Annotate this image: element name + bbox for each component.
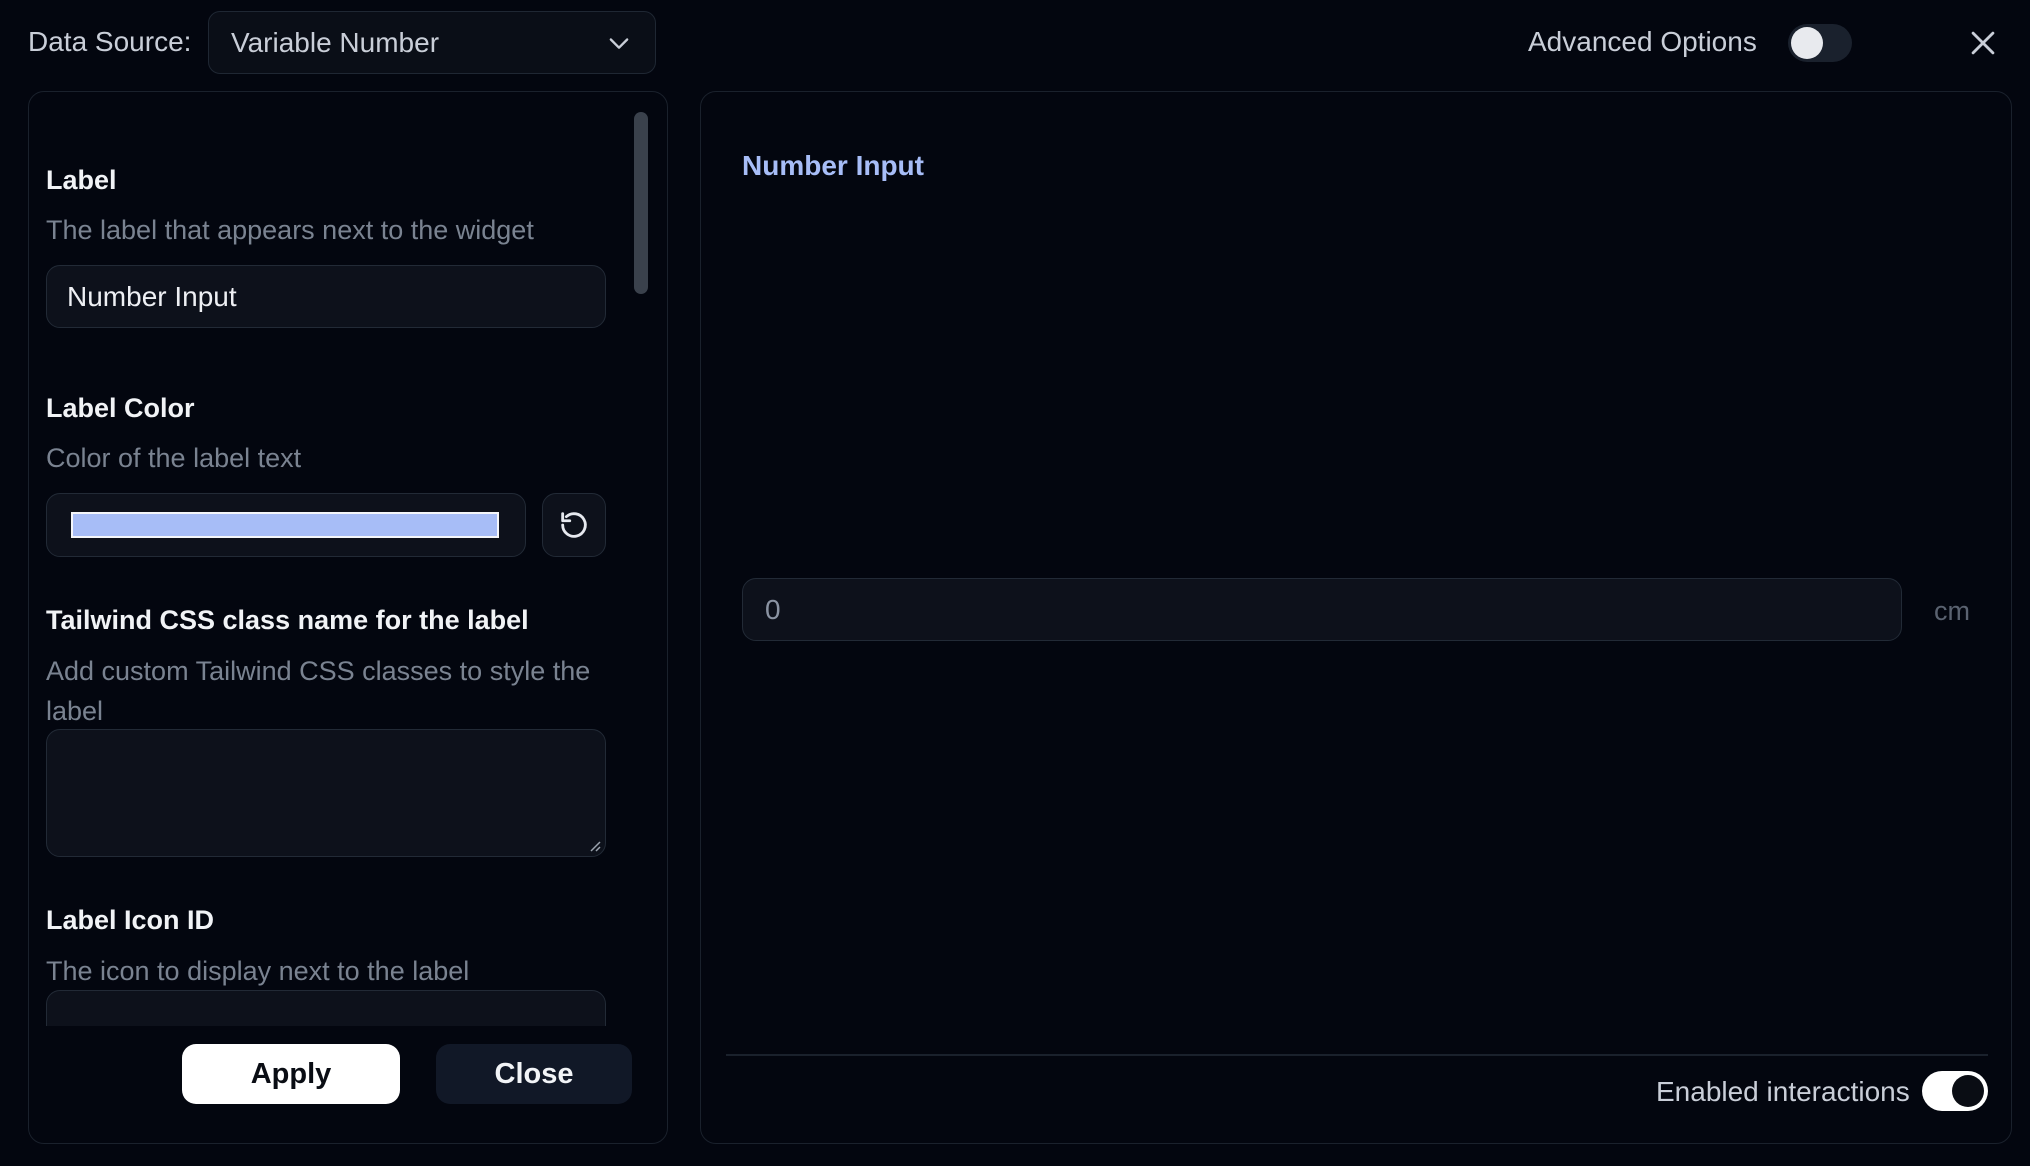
- close-icon[interactable]: [1966, 26, 2000, 60]
- label-class-title: Tailwind CSS class name for the label: [46, 605, 529, 635]
- close-button[interactable]: Close: [436, 1044, 632, 1104]
- preview-label: Number Input: [742, 150, 924, 181]
- unit-label: cm: [1934, 596, 1970, 626]
- label-icon-title: Label Icon ID: [46, 905, 215, 935]
- toggle-knob: [1952, 1075, 1984, 1107]
- apply-button[interactable]: Apply: [182, 1044, 400, 1104]
- enabled-interactions-label: Enabled interactions: [1656, 1076, 1910, 1107]
- label-icon-input-clip: [46, 990, 606, 1026]
- scrollbar-thumb[interactable]: [634, 112, 648, 294]
- label-input-value: Number Input: [67, 280, 237, 312]
- resize-grip-icon[interactable]: [587, 838, 601, 852]
- settings-scroll-area[interactable]: Label The label that appears next to the…: [0, 0, 680, 1026]
- divider: [726, 1054, 1988, 1056]
- label-class-textarea[interactable]: [46, 729, 606, 857]
- toggle-knob: [1791, 27, 1823, 59]
- reset-icon: [561, 512, 587, 538]
- label-color-title: Label Color: [46, 393, 195, 423]
- advanced-options-label: Advanced Options: [1528, 26, 1757, 57]
- label-icon-description: The icon to display next to the label: [46, 956, 470, 986]
- number-input[interactable]: 0: [742, 578, 1902, 641]
- label-field-title: Label: [46, 165, 117, 195]
- number-input-value: 0: [765, 593, 781, 625]
- label-icon-input[interactable]: [46, 990, 606, 1026]
- label-field-description: The label that appears next to the widge…: [46, 215, 534, 245]
- advanced-options-toggle[interactable]: [1788, 24, 1852, 62]
- label-color-description: Color of the label text: [46, 443, 302, 473]
- label-input[interactable]: Number Input: [46, 265, 606, 328]
- color-swatch: [71, 512, 499, 538]
- reset-color-button[interactable]: [542, 493, 606, 557]
- label-class-description: Add custom Tailwind CSS classes to style…: [46, 656, 591, 726]
- label-color-picker[interactable]: [46, 493, 526, 557]
- enabled-interactions-toggle[interactable]: [1922, 1071, 1988, 1111]
